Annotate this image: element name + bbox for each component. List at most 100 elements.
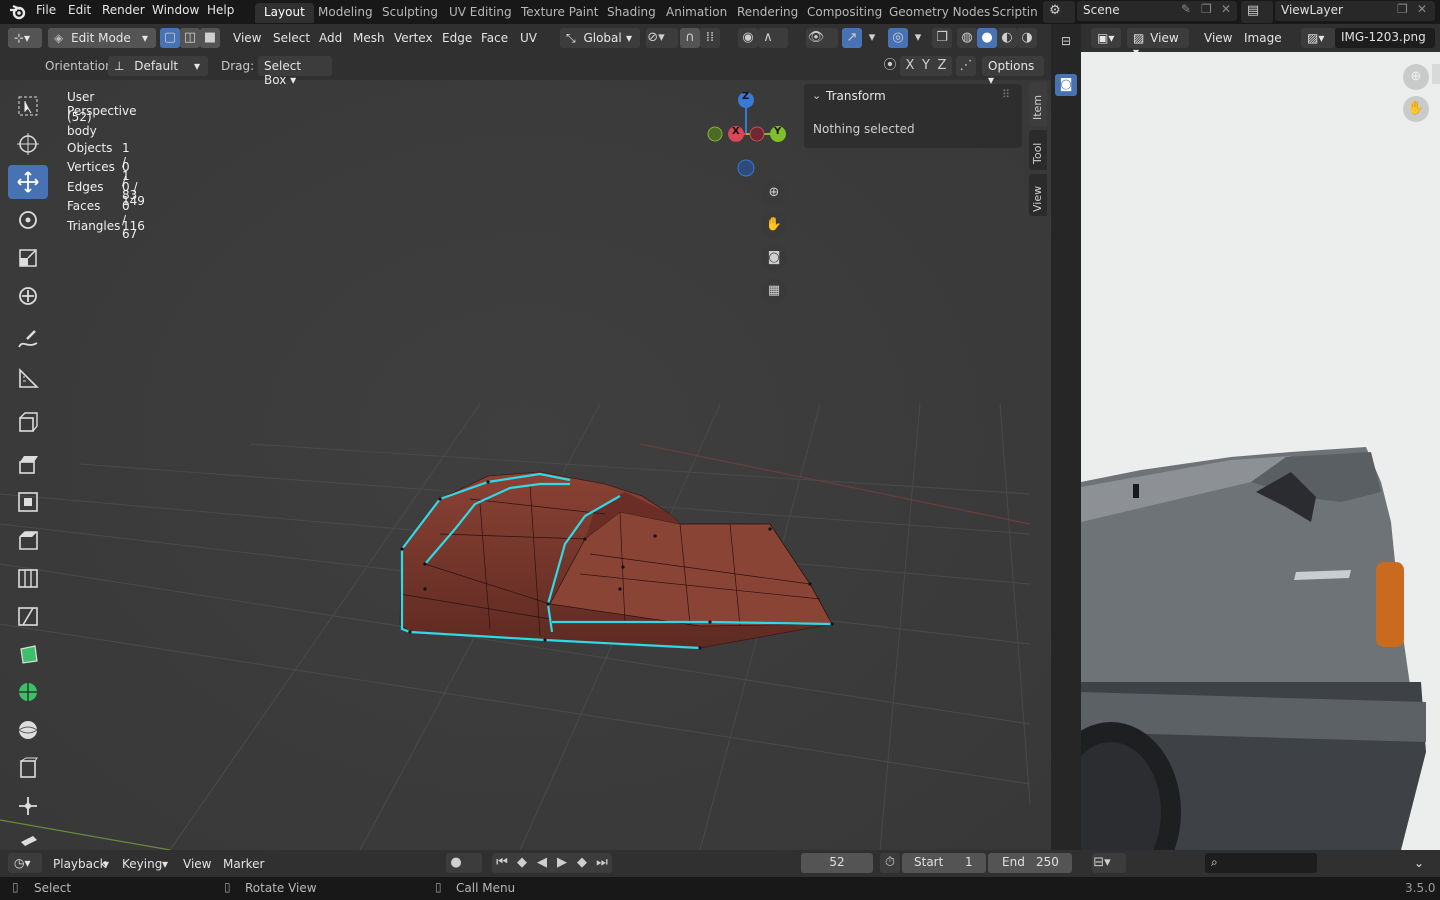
menu-select[interactable]: Select — [273, 31, 310, 45]
menu-image[interactable]: Image — [1244, 31, 1282, 45]
area-divider[interactable]: ◙ ⊟ — [1051, 24, 1081, 850]
xray-toggle[interactable]: ❐ — [932, 28, 952, 48]
current-frame-field[interactable]: 52 — [801, 853, 873, 873]
inset-tool[interactable] — [8, 485, 48, 519]
gizmo-toggle[interactable]: ↗ — [842, 28, 862, 48]
wireframe-shading-button[interactable]: ◍ — [957, 28, 977, 48]
rendered-shading-button[interactable]: ◑ — [1017, 28, 1037, 48]
tab-compositing[interactable]: Compositing — [798, 3, 891, 23]
drag-dropdown[interactable]: Select Box ▾ — [258, 56, 332, 87]
end-frame-field[interactable]: End 250 — [988, 853, 1072, 873]
edge-select-button[interactable]: ◫ — [180, 28, 200, 48]
shrink-fatten-tool[interactable] — [8, 789, 48, 823]
chevron-down-icon[interactable]: ▾ — [908, 28, 928, 48]
car-body-mesh[interactable] — [380, 444, 850, 664]
image-editor-toggle[interactable]: ◙ — [1055, 74, 1077, 96]
duplicate-scene-icon[interactable]: ❐ — [1201, 2, 1212, 16]
menu-keying[interactable]: Keying — [122, 857, 162, 871]
image-name-field[interactable]: IMG-1203.png — [1335, 28, 1435, 48]
navigation-gizmo[interactable]: Z X Y — [700, 88, 796, 184]
falloff-dropdown[interactable]: ∧ — [758, 28, 788, 48]
visibility-dropdown[interactable]: 👁 — [806, 28, 838, 48]
menu-playback[interactable]: Playback — [53, 857, 107, 871]
close-scene-icon[interactable]: ✕ — [1221, 2, 1231, 16]
transform-orientation-dropdown[interactable]: ⤡ Global ▾ — [560, 28, 640, 48]
rotate-tool[interactable] — [8, 203, 48, 237]
editor-type-button[interactable]: ▣▾ — [1091, 28, 1121, 48]
sidebar-tab-tool[interactable]: Tool — [1029, 130, 1047, 170]
pivot-point-button[interactable]: ⊘▾ — [646, 28, 678, 48]
edge-slide-tool[interactable] — [8, 751, 48, 785]
tab-geometry-nodes[interactable]: Geometry Nodes — [880, 3, 999, 23]
editor-type-button[interactable]: ◷▾ — [8, 853, 42, 873]
reference-image[interactable]: ⊕ ✋ — [1081, 52, 1440, 850]
menu-uv[interactable]: UV — [520, 31, 537, 45]
add-cube-tool[interactable] — [8, 405, 48, 439]
vertex-select-button[interactable]: ▢ — [160, 28, 180, 48]
editor-type-button[interactable]: ⊹▾ — [8, 28, 42, 48]
material-shading-button[interactable]: ◐ — [997, 28, 1017, 48]
spin-tool[interactable] — [8, 675, 48, 709]
snap-target-button[interactable]: ⁞⁞ — [700, 28, 720, 48]
play-icon[interactable]: ▶ — [552, 853, 572, 873]
chevron-down-icon[interactable]: ⌄ — [1414, 856, 1424, 870]
tab-rendering[interactable]: Rendering — [728, 3, 807, 23]
poly-build-tool[interactable] — [8, 637, 48, 671]
next-keyframe-icon[interactable]: ◆ — [572, 853, 592, 873]
options-dropdown[interactable]: Options ▾ — [982, 56, 1044, 87]
view-layer-field[interactable]: ViewLayer ❐ ✕ — [1275, 1, 1435, 21]
menu-marker[interactable]: Marker — [223, 857, 264, 871]
menu-file[interactable]: File — [36, 3, 56, 17]
ortho-toggle-button[interactable]: ▦ — [761, 278, 787, 304]
overlays-toggle[interactable]: ◎ — [888, 28, 908, 48]
chevron-down-icon[interactable]: ▾ — [862, 28, 882, 48]
jump-end-icon[interactable]: ⏭ — [592, 853, 612, 873]
pan-button[interactable]: ✋ — [761, 212, 787, 238]
pin-icon[interactable]: ✎ — [1181, 2, 1191, 16]
mirror-z-toggle[interactable]: Z — [932, 56, 952, 76]
menu-view[interactable]: View — [1204, 31, 1232, 45]
view-layer-selector-button[interactable]: ▤ — [1241, 1, 1273, 23]
scene-selector-button[interactable]: ⚙ — [1043, 1, 1075, 23]
jump-start-icon[interactable]: ⏮ — [492, 853, 512, 873]
auto-keying-toggle[interactable]: ⏱ — [880, 853, 900, 873]
face-select-button[interactable]: ■ — [200, 28, 220, 48]
loop-cut-tool[interactable] — [8, 561, 48, 595]
search-field[interactable]: ⌕ — [1205, 853, 1317, 873]
menu-help[interactable]: Help — [207, 3, 234, 17]
snap-toggle[interactable]: ∩ — [680, 28, 700, 48]
knife-tool[interactable] — [8, 599, 48, 633]
cursor-tool[interactable] — [8, 127, 48, 161]
tab-sculpting[interactable]: Sculpting — [373, 3, 447, 23]
tab-layout[interactable]: Layout — [255, 3, 314, 23]
smooth-tool[interactable] — [8, 713, 48, 747]
editor-type-button-2[interactable]: ⊟▾ — [1092, 853, 1126, 873]
tab-uv-editing[interactable]: UV Editing — [440, 3, 521, 23]
sidebar-tab-view[interactable]: View — [1029, 174, 1047, 216]
tab-scripting[interactable]: Scripting — [983, 3, 1037, 23]
extrude-tool[interactable] — [8, 447, 48, 481]
menu-view[interactable]: View — [233, 31, 261, 45]
menu-add[interactable]: Add — [319, 31, 342, 45]
shear-tool[interactable] — [8, 826, 48, 848]
prev-keyframe-icon[interactable]: ◆ — [512, 853, 532, 873]
duplicate-layer-icon[interactable]: ❐ — [1397, 2, 1408, 16]
orientation-dropdown[interactable]: ⊥ Default ▾ — [108, 56, 208, 76]
view-mode-dropdown[interactable]: ▨ View ▾ — [1127, 28, 1189, 59]
play-reverse-icon[interactable]: ◀ — [532, 853, 552, 873]
pan-button[interactable]: ✋ — [1403, 96, 1429, 122]
zoom-button[interactable]: ⊕ — [1403, 64, 1429, 90]
menu-face[interactable]: Face — [481, 31, 508, 45]
transform-tool[interactable] — [8, 279, 48, 313]
start-frame-field[interactable]: Start 1 — [902, 853, 986, 873]
tab-shading[interactable]: Shading — [598, 3, 665, 23]
menu-mesh[interactable]: Mesh — [353, 31, 385, 45]
select-box-tool[interactable] — [8, 89, 48, 123]
camera-view-button[interactable]: ◙ — [761, 245, 787, 271]
sidebar-tab-item[interactable]: Item — [1029, 82, 1047, 126]
proportional-edit-toggle[interactable]: ◉ — [738, 28, 758, 48]
mode-dropdown[interactable]: ◈ Edit Mode ▾ — [48, 28, 156, 48]
tab-animation[interactable]: Animation — [657, 3, 736, 23]
tab-texture-paint[interactable]: Texture Paint — [512, 3, 607, 23]
zoom-button[interactable]: ⊕ — [761, 180, 787, 206]
